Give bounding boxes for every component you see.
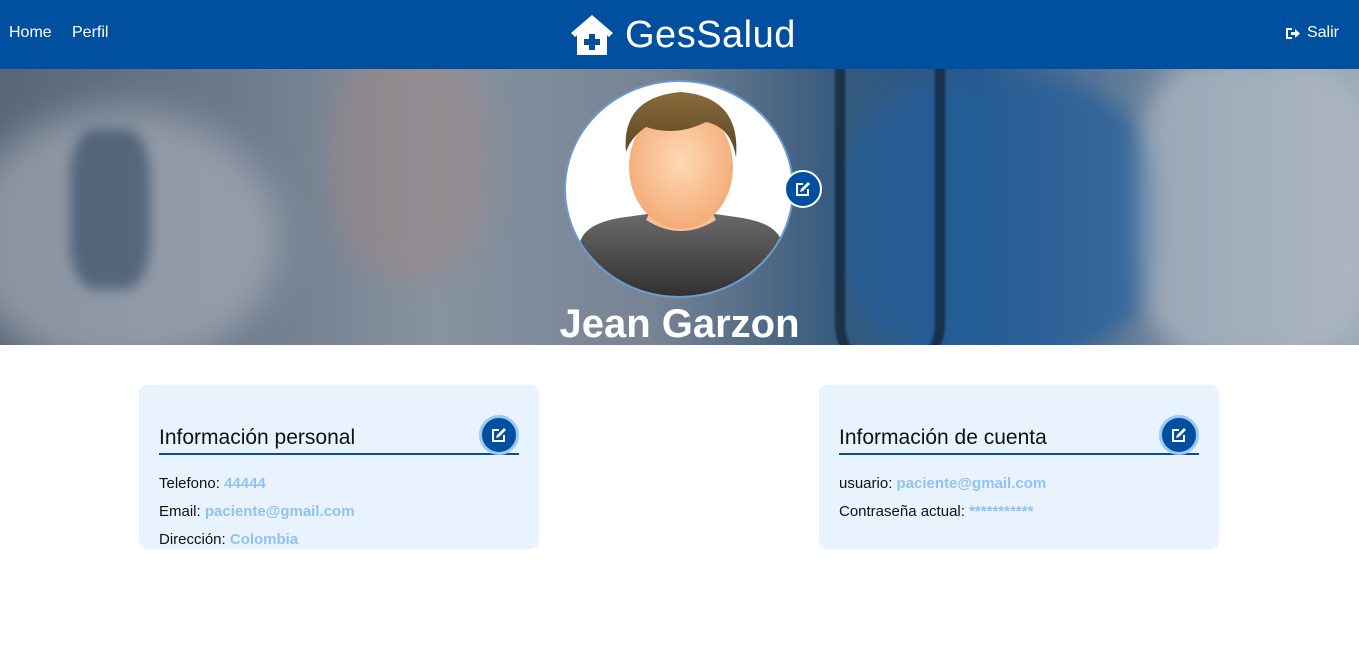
- info-value: Colombia: [229, 531, 299, 548]
- edit-icon: [796, 182, 810, 196]
- info-value: 44444: [224, 475, 266, 492]
- card-title: Información personal: [159, 426, 356, 449]
- info-label: usuario:: [839, 475, 893, 492]
- brand-name: GesSalud: [625, 14, 796, 56]
- card-header: Información personal: [159, 405, 519, 455]
- edit-account-info-button[interactable]: [1159, 415, 1199, 455]
- info-label: Dirección:: [159, 531, 226, 548]
- info-value: ***********: [969, 503, 1034, 520]
- info-row-telefono: Telefono: 44444: [159, 470, 519, 498]
- edit-icon: [492, 428, 506, 442]
- info-label: Email:: [159, 503, 201, 520]
- info-label: Telefono:: [159, 475, 220, 492]
- card-body: Telefono: 44444 Email: paciente@gmail.co…: [159, 470, 519, 554]
- info-row-contrasena: Contraseña actual: ***********: [839, 498, 1199, 526]
- nav-home-link[interactable]: Home: [9, 24, 52, 42]
- top-navbar: Home Perfil GesSalud Salir: [0, 0, 1359, 69]
- edit-personal-info-button[interactable]: [479, 415, 519, 455]
- logout-label: Salir: [1306, 24, 1339, 41]
- info-row-usuario: usuario: paciente@gmail.com: [839, 470, 1199, 498]
- info-label: Contraseña actual:: [839, 503, 965, 520]
- edit-icon: [1172, 428, 1186, 442]
- brand-logo[interactable]: GesSalud: [569, 12, 796, 58]
- edit-avatar-button[interactable]: [784, 170, 822, 208]
- info-row-email: Email: paciente@gmail.com: [159, 498, 519, 526]
- user-avatar: [564, 80, 794, 298]
- personal-info-card: Información personal Telefono: 44444 Ema…: [139, 385, 539, 549]
- info-value: paciente@gmail.com: [896, 475, 1047, 492]
- card-header: Información de cuenta: [839, 405, 1199, 455]
- card-title: Información de cuenta: [839, 426, 1047, 449]
- default-user-avatar-image: [580, 92, 782, 296]
- info-row-direccion: Dirección: Colombia: [159, 526, 519, 554]
- card-body: usuario: paciente@gmail.com Contraseña a…: [839, 470, 1199, 526]
- nav-perfil-link[interactable]: Perfil: [72, 24, 108, 42]
- sign-out-icon: [1285, 27, 1300, 39]
- logout-button[interactable]: Salir: [1285, 24, 1339, 42]
- account-info-card: Información de cuenta usuario: paciente@…: [819, 385, 1219, 549]
- profile-name: Jean Garzon: [559, 302, 800, 346]
- info-value: paciente@gmail.com: [204, 503, 355, 520]
- house-medical-icon: [571, 15, 613, 55]
